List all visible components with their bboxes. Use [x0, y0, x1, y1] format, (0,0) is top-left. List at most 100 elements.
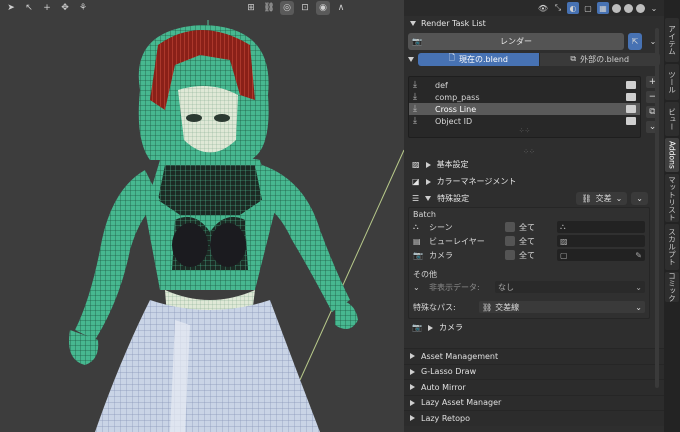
expand-triangle-icon	[425, 178, 431, 185]
hidden-data-value: なし	[498, 282, 514, 292]
shading-wire-icon[interactable]: ▦	[597, 2, 609, 14]
render-options-button[interactable]: ⇱	[628, 32, 642, 50]
list-item[interactable]: ⤓ Object ID	[409, 115, 640, 127]
shading-material-icon[interactable]	[624, 3, 633, 13]
cursor-icon[interactable]: ➤	[4, 1, 18, 15]
link-icon[interactable]: ⛓	[262, 1, 276, 15]
falloff-icon[interactable]: ◉	[316, 1, 330, 15]
tab-label: アイテム	[667, 25, 677, 55]
list-item[interactable]: ⤓ comp_pass	[409, 91, 640, 103]
addon-g-lasso-draw[interactable]: G-Lasso Draw	[404, 363, 664, 379]
expand-triangle-icon	[410, 399, 415, 406]
tab-label: マットリスト	[667, 175, 677, 221]
tab-view[interactable]: ビュー	[665, 102, 679, 136]
current-blend-tab[interactable]: 🗋 現在の.blend	[418, 52, 539, 66]
grid-icon[interactable]: ⊡	[298, 1, 312, 15]
arrow-icon[interactable]: ↖	[22, 1, 36, 15]
list-item[interactable]: ⤓ def	[409, 79, 640, 91]
camera-icon: 📷	[412, 36, 422, 46]
special-pass-dropdown[interactable]: ⛓ 交差線 ⌄	[479, 301, 645, 313]
all-checkbox[interactable]	[505, 222, 515, 232]
hidden-data-row: ⌄ 非表示データ: なし ⌄	[409, 280, 649, 294]
color-management-label: カラーマネージメント	[436, 177, 517, 186]
xray-icon[interactable]: ▢	[582, 2, 594, 14]
color-management-header[interactable]: ◪ カラーマネージメント	[404, 173, 654, 190]
basic-settings-label: 基本設定	[436, 160, 469, 169]
camera-icon[interactable]	[626, 117, 636, 125]
special-mode-value: 交差	[595, 194, 612, 203]
batch-row-scene: ⛬ シーン 全て ⛬	[409, 220, 649, 234]
chevron-down-icon: ⌄	[615, 194, 623, 203]
batch-row-viewlayer: ▤ ビューレイヤー 全て ▨	[409, 234, 649, 248]
sliders-icon: ☰	[412, 194, 420, 203]
tab-sculpt[interactable]: スカルプト	[665, 224, 679, 270]
all-label: 全て	[519, 250, 535, 260]
render-task-list[interactable]: ⤓ def ⤓ comp_pass ⤓ Cross Line ⤓ Object …	[408, 76, 641, 138]
curve-icon[interactable]: ∧	[334, 1, 348, 15]
tab-label: コミック	[667, 272, 677, 302]
shading-solid-icon[interactable]	[612, 3, 621, 13]
mesh-icon[interactable]: ⚘	[76, 1, 90, 15]
list-item-selected[interactable]: ⤓ Cross Line	[409, 103, 640, 115]
section-title: Render Task List	[421, 18, 486, 28]
external-blend-tab[interactable]: ⧉ 外部の.blend	[538, 52, 660, 66]
batch-row-label: シーン	[429, 222, 453, 232]
special-mode-dropdown[interactable]: ⛓ 交差 ⌄	[576, 192, 628, 205]
shading-icon[interactable]: ⊞	[244, 1, 258, 15]
tab-tool[interactable]: ツール	[665, 64, 679, 100]
camera-icon: 📷	[413, 250, 423, 260]
blend-source-toggle: 🗋 現在の.blend ⧉ 外部の.blend	[404, 52, 664, 66]
snap-icon[interactable]: ◎	[280, 1, 294, 15]
render-button[interactable]: 📷 レンダー	[408, 32, 624, 50]
tab-matlist[interactable]: マットリスト	[665, 174, 679, 222]
plus-icon[interactable]: +	[40, 1, 54, 15]
chevron-down-icon: ⌄	[636, 194, 643, 203]
task-settings: ⁘⁘ ▨ 基本設定 ◪ カラーマネージメント ☰ 特殊設定 ⛓ 交差 ⌄ ⌄ Bat…	[404, 148, 654, 336]
addon-lazy-retopo[interactable]: Lazy Retopo	[404, 410, 664, 426]
camera-icon[interactable]	[626, 81, 636, 89]
special-settings-header[interactable]: ☰ 特殊設定 ⛓ 交差 ⌄ ⌄	[404, 190, 654, 207]
external-blend-label: 外部の.blend	[580, 54, 630, 64]
hidden-data-label: 非表示データ:	[429, 282, 480, 292]
scene-field[interactable]: ⛬	[557, 221, 645, 233]
basic-settings-header[interactable]: ▨ 基本設定	[404, 156, 654, 173]
addon-asset-management[interactable]: Asset Management	[404, 348, 664, 364]
panel-scrollbar[interactable]	[655, 28, 659, 388]
special-settings-controls: ⛓ 交差 ⌄ ⌄	[576, 192, 648, 205]
render-task-list-header[interactable]: Render Task List	[404, 16, 664, 30]
hidden-data-field[interactable]: なし ⌄	[495, 281, 645, 293]
special-options-dropdown[interactable]: ⌄	[631, 192, 648, 205]
viewlayer-field[interactable]: ▨	[557, 235, 645, 247]
camera-icon[interactable]	[626, 105, 636, 113]
batch-row-camera: 📷 カメラ 全て ▢ ✎	[409, 248, 649, 262]
addon-lazy-asset-manager[interactable]: Lazy Asset Manager	[404, 394, 664, 410]
camera-section-header[interactable]: 📷 カメラ	[404, 319, 654, 336]
shading-rendered-icon[interactable]	[636, 3, 645, 13]
chevron-down-icon: ⌄	[413, 282, 420, 292]
expand-triangle-icon	[410, 415, 415, 422]
scene-icon: ⛬	[413, 222, 419, 231]
all-checkbox[interactable]	[505, 236, 515, 246]
hand-icon[interactable]: ✥	[58, 1, 72, 15]
view-icon[interactable]: 👁	[537, 2, 549, 14]
copy-icon: ⧉	[570, 54, 577, 63]
all-checkbox[interactable]	[505, 250, 515, 260]
camera-icon[interactable]	[626, 93, 636, 101]
panel-drag-grip[interactable]: ⁘⁘	[404, 148, 654, 156]
square-icon: ▢	[560, 250, 568, 260]
download-icon: ⤓	[413, 116, 417, 126]
tab-item[interactable]: アイテム	[665, 18, 679, 62]
camera-field[interactable]: ▢ ✎	[557, 249, 645, 261]
eyedropper-icon[interactable]: ✎	[635, 251, 642, 260]
tab-label: ツール	[667, 70, 677, 94]
list-resize-grip[interactable]: ⁘⁘	[409, 127, 640, 135]
visibility-icon[interactable]: ⤡	[552, 2, 564, 14]
3d-viewport[interactable]: ➤ ↖ + ✥ ⚘ ⊞ ⛓ ◎ ⊡ ◉ ∧	[0, 0, 404, 432]
render-icon[interactable]: ◐	[567, 2, 579, 14]
addon-auto-mirror[interactable]: Auto Mirror	[404, 379, 664, 395]
tab-comic[interactable]: コミック	[665, 272, 679, 302]
tab-addons[interactable]: Addons	[665, 138, 679, 172]
render-button-label: レンダー	[500, 36, 532, 46]
viewport-toolbar-left: ➤ ↖ + ✥ ⚘	[4, 0, 90, 16]
chevron-down-icon[interactable]: ⌄	[648, 2, 660, 14]
